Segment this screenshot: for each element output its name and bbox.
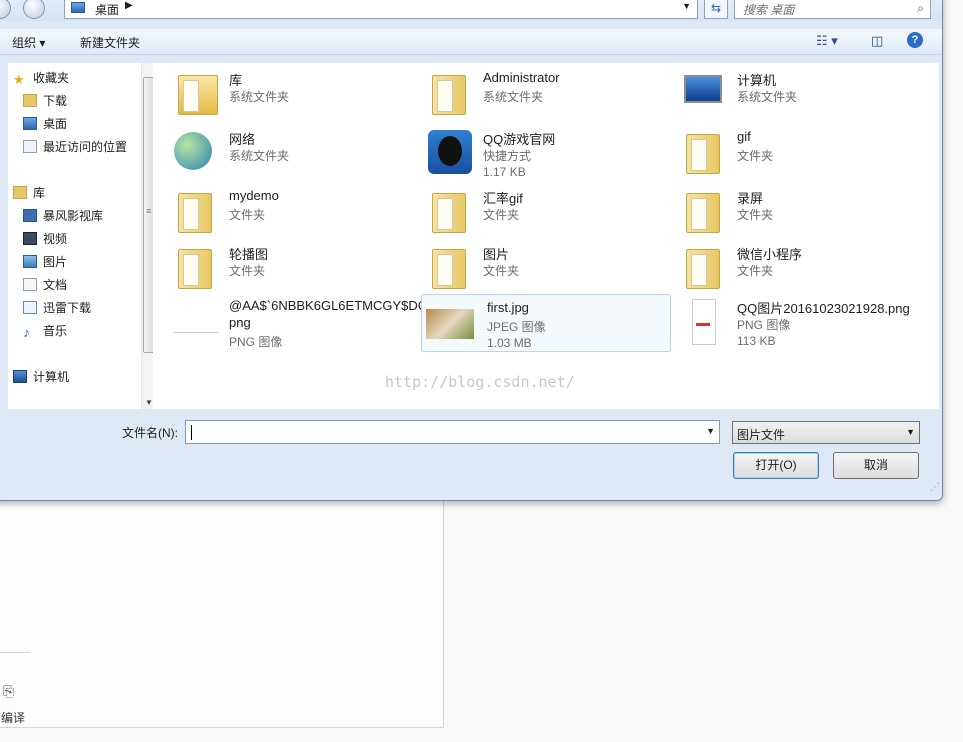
sidebar-item-libraries[interactable]: 库 <box>13 184 45 202</box>
sidebar-item-recent[interactable]: 最近访问的位置 <box>23 138 127 156</box>
file-item-rate-gif[interactable]: 汇率gif 文件夹 <box>418 183 668 241</box>
filetype-value: 图片文件 <box>737 428 786 442</box>
compile-label[interactable]: 编译 <box>1 709 25 726</box>
watermark-text: http://blog.csdn.net/ <box>385 373 575 391</box>
sidebar-item-documents[interactable]: 文档 <box>23 276 67 294</box>
video-icon <box>23 232 37 245</box>
file-item-recording[interactable]: 录屏 文件夹 <box>672 183 922 241</box>
file-item-administrator[interactable]: Administrator 系统文件夹 <box>418 65 668 123</box>
computer-icon <box>13 370 27 383</box>
image-thumbnail-icon <box>170 297 218 345</box>
open-button[interactable]: 打开(O) <box>733 452 819 479</box>
file-list: 库 系统文件夹 Administrator 系统文件夹 计算机 系统文件夹 网络… <box>153 63 939 409</box>
organize-button[interactable]: 组织 ▾ <box>12 34 45 51</box>
file-item-carousel[interactable]: 轮播图 文件夹 <box>164 239 414 297</box>
folder-icon <box>678 243 726 291</box>
sidebar-item-thunder[interactable]: 迅雷下载 <box>23 299 91 317</box>
desktop-icon <box>23 117 37 130</box>
recent-places-icon <box>23 140 37 153</box>
file-item-qq-image-png[interactable]: QQ图片20161023021928.png PNG 图像 113 KB <box>672 293 922 351</box>
sidebar-item-pictures[interactable]: 图片 <box>23 253 67 271</box>
address-location[interactable]: 桌面 <box>95 1 119 18</box>
help-icon[interactable]: ? <box>907 32 923 48</box>
network-icon <box>170 128 218 176</box>
background-divider <box>0 652 30 653</box>
search-icon[interactable]: ⌕ <box>917 1 924 16</box>
music-icon: ♪ <box>23 324 30 340</box>
file-item-computer[interactable]: 计算机 系统文件夹 <box>672 65 922 123</box>
file-item-network[interactable]: 网络 系统文件夹 <box>164 124 414 182</box>
view-options-icon[interactable]: ☷ ▾ <box>816 33 838 49</box>
preview-pane-icon[interactable]: ◫ <box>871 33 883 49</box>
sidebar-item-computer[interactable]: 计算机 <box>13 368 69 386</box>
resize-grip-icon[interactable]: ⋰ <box>930 482 940 493</box>
search-placeholder: 搜索 桌面 <box>743 3 795 17</box>
navigation-pane: ★ 收藏夹 下载 桌面 最近访问的位置 库 暴风影视库 视频 图片 文档 迅雷下载… <box>8 63 157 409</box>
sidebar-item-downloads[interactable]: 下载 <box>23 92 67 110</box>
scroll-down-icon[interactable]: ▼ <box>145 398 153 407</box>
file-item-qq-game[interactable]: QQ游戏官网 快捷方式 1.17 KB <box>418 124 668 182</box>
file-item-mydemo[interactable]: mydemo 文件夹 <box>164 183 414 241</box>
storm-library-icon <box>23 209 37 222</box>
folder-icon <box>170 187 218 235</box>
thunder-download-icon <box>23 301 37 314</box>
scroll-grip-icon: ≡ <box>146 206 152 216</box>
command-toolbar: 组织 ▾ 新建文件夹 ☷ ▾ ◫ ? <box>0 29 942 55</box>
star-icon: ★ <box>13 72 25 87</box>
filename-input[interactable]: ▼ <box>185 420 720 444</box>
library-icon <box>13 186 27 199</box>
file-item-wechat-miniprogram[interactable]: 微信小程序 文件夹 <box>672 239 922 297</box>
sidebar-item-videos[interactable]: 视频 <box>23 230 67 248</box>
folder-icon <box>170 243 218 291</box>
downloads-icon <box>23 94 37 107</box>
breadcrumb-arrow-icon[interactable]: ▶ <box>125 0 133 11</box>
folder-icon <box>424 187 472 235</box>
desktop-icon <box>71 2 85 13</box>
file-item-aa-png[interactable]: @AA$`6NBBK6GL6ETMCGY$DC. png PNG 图像 <box>164 293 431 353</box>
qq-penguin-icon <box>424 128 472 176</box>
filename-label: 文件名(N): <box>122 426 178 440</box>
filename-dropdown-icon[interactable]: ▼ <box>706 426 715 436</box>
address-field[interactable]: 桌面 ▶ ▼ <box>64 0 698 19</box>
compile-icon[interactable]: ⎘ <box>3 683 21 701</box>
folder-icon <box>678 187 726 235</box>
file-item-library[interactable]: 库 系统文件夹 <box>164 65 414 123</box>
filetype-dropdown-icon[interactable]: ▼ <box>906 427 915 437</box>
folder-icon <box>424 243 472 291</box>
sidebar-item-desktop[interactable]: 桌面 <box>23 115 67 133</box>
pictures-icon <box>23 255 37 268</box>
sidebar-item-favorites[interactable]: ★ 收藏夹 <box>13 69 69 87</box>
filetype-select[interactable]: 图片文件 ▼ <box>732 421 920 444</box>
text-caret <box>191 425 192 440</box>
library-folder-icon <box>170 69 218 117</box>
forward-button[interactable] <box>23 0 45 19</box>
address-dropdown-icon[interactable]: ▼ <box>682 1 691 11</box>
file-item-first-jpg[interactable]: first.jpg JPEG 图像 1.03 MB <box>421 294 671 352</box>
file-item-pictures[interactable]: 图片 文件夹 <box>418 239 668 297</box>
background-panel <box>0 498 444 728</box>
computer-icon <box>678 69 726 117</box>
cancel-button[interactable]: 取消 <box>833 452 919 479</box>
sidebar-item-music[interactable]: ♪ 音乐 <box>23 322 67 340</box>
file-item-gif[interactable]: gif 文件夹 <box>672 124 922 182</box>
documents-icon <box>23 278 37 291</box>
user-folder-icon <box>424 69 472 117</box>
image-thumbnail-icon <box>678 297 726 345</box>
folder-icon <box>678 128 726 176</box>
search-input[interactable]: 搜索 桌面 ⌕ <box>734 0 931 19</box>
image-thumbnail-icon <box>426 299 476 347</box>
refresh-button[interactable]: ⇆ <box>704 0 728 19</box>
address-bar: 桌面 ▶ ▼ ⇆ 搜索 桌面 ⌕ <box>0 0 942 21</box>
back-button[interactable] <box>0 0 11 19</box>
new-folder-button[interactable]: 新建文件夹 <box>80 34 140 51</box>
sidebar-item-storm[interactable]: 暴风影视库 <box>23 207 103 225</box>
